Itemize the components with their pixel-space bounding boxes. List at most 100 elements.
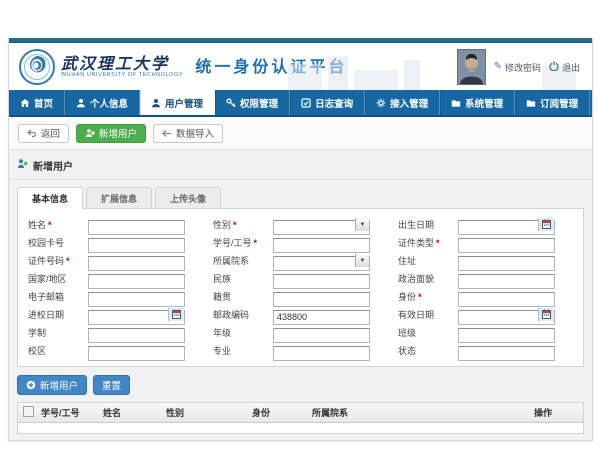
- form-field-class: 班级: [398, 325, 555, 340]
- form-field-postcode: 邮政编码: [213, 307, 370, 322]
- nav-item-label: 权限管理: [240, 96, 278, 110]
- main-nav: 首页个人信息 用户管理 权限管理日志查询接入管理系统管理订阅管理: [9, 90, 592, 117]
- form-field-student-id: 学号/工号*: [213, 235, 370, 250]
- form-field-grade: 年级: [213, 325, 370, 340]
- reset-button-label: 重置: [102, 378, 121, 392]
- section-header: 新增用户: [9, 150, 592, 180]
- nav-item-users[interactable]: 用户管理: [140, 90, 215, 115]
- form-field-enroll-date: 进校日期: [28, 307, 185, 322]
- avatar[interactable]: [457, 49, 486, 85]
- form-field-gender: 性别* ▼: [213, 217, 370, 232]
- university-name-en: WUHAN UNIVERSITY OF TECHNOLOGY: [61, 72, 183, 79]
- submit-add-user-button[interactable]: 新增用户: [17, 375, 87, 395]
- back-button[interactable]: 返回: [18, 124, 69, 143]
- table-header-cell: 姓名: [100, 406, 163, 419]
- field-address-label: 住址: [398, 254, 458, 267]
- select-all-checkbox[interactable]: [23, 406, 34, 417]
- nav-item-system[interactable]: 系统管理: [440, 90, 515, 115]
- field-native-place-label: 籍贯: [213, 290, 273, 303]
- field-major-input[interactable]: [273, 346, 370, 361]
- nav-item-label: 首页: [34, 96, 53, 110]
- form-grid: 姓名* 性别* ▼ 出生日期校园卡号 学号/工号* 证件类型* 证件号码* 所属院系 ▼ 住址国家…: [18, 209, 583, 366]
- form-field-schooling: 学制: [28, 325, 185, 340]
- back-button-label: 返回: [41, 126, 60, 140]
- field-class-input[interactable]: [458, 328, 555, 343]
- form-field-email: 电子邮箱: [28, 289, 185, 304]
- plus-circle-icon: [26, 380, 36, 390]
- field-country-label: 国家/地区: [28, 272, 88, 285]
- data-import-button[interactable]: 数据导入: [153, 124, 223, 143]
- nav-item-subscribe[interactable]: 订阅管理: [515, 90, 590, 115]
- calendar-icon: [172, 306, 181, 324]
- field-major-label: 专业: [213, 344, 273, 357]
- required-star: *: [66, 256, 70, 266]
- form-panel: 姓名* 性别* ▼ 出生日期校园卡号 学号/工号* 证件类型* 证件号码* 所属院系 ▼ 住址国家…: [17, 208, 584, 367]
- field-country-input[interactable]: [88, 274, 185, 289]
- tab-basic[interactable]: 基本信息: [17, 187, 83, 209]
- reset-button[interactable]: 重置: [93, 375, 130, 395]
- field-id-type-label: 证件类型*: [398, 236, 458, 249]
- table-header-cell: 身份: [249, 406, 309, 419]
- import-arrow-icon: [162, 129, 172, 138]
- nav-item-access[interactable]: 接入管理: [365, 90, 440, 115]
- field-politics-input[interactable]: [458, 274, 555, 289]
- field-grade-input[interactable]: [273, 328, 370, 343]
- folder-icon: [451, 98, 461, 108]
- form-field-country: 国家/地区: [28, 271, 185, 286]
- field-address-input[interactable]: [458, 256, 555, 271]
- field-valid-date-calendar-button[interactable]: [538, 308, 554, 321]
- field-campus-card-input[interactable]: [88, 238, 185, 253]
- logout-link[interactable]: 退出: [549, 61, 580, 74]
- field-id-number-label: 证件号码*: [28, 254, 88, 267]
- user-icon: [76, 98, 86, 108]
- calendar-icon: [542, 216, 551, 234]
- field-department-label: 所属院系: [213, 254, 273, 267]
- field-student-id-input[interactable]: [273, 238, 370, 253]
- form-field-name: 姓名*: [28, 217, 185, 232]
- user-table-empty-body: [18, 423, 583, 433]
- page: 武汉理工大学 WUHAN UNIVERSITY OF TECHNOLOGY 统一…: [0, 0, 600, 450]
- table-header-cell: 操作: [531, 406, 583, 419]
- nav-item-label: 用户管理: [165, 96, 203, 110]
- field-gender-label: 性别*: [213, 218, 273, 231]
- nav-item-profile[interactable]: 个人信息: [65, 90, 140, 115]
- table-header-cell: 学号/工号: [38, 406, 100, 419]
- field-email-input[interactable]: [88, 292, 185, 307]
- field-postcode-input[interactable]: [273, 310, 370, 325]
- field-id-type-input[interactable]: [458, 238, 555, 253]
- field-status-input[interactable]: [458, 346, 555, 361]
- field-ethnicity-input[interactable]: [273, 274, 370, 289]
- toolbar: 返回 新增用户 数据导入: [9, 117, 592, 150]
- university-logo-icon: [19, 49, 55, 85]
- field-name-input[interactable]: [88, 220, 185, 235]
- field-schooling-input[interactable]: [88, 328, 185, 343]
- required-star: *: [418, 292, 422, 302]
- field-native-place-input[interactable]: [273, 292, 370, 307]
- add-user-button-label: 新增用户: [99, 126, 137, 140]
- field-birth-date-calendar-button[interactable]: [538, 218, 554, 231]
- field-birth-date-label: 出生日期: [398, 218, 458, 231]
- field-enroll-date-calendar-button[interactable]: [168, 308, 184, 321]
- add-user-button[interactable]: 新增用户: [76, 124, 146, 143]
- field-student-id-label: 学号/工号*: [213, 236, 273, 249]
- form-field-address: 住址: [398, 253, 555, 268]
- power-icon: [549, 61, 559, 74]
- field-identity-input[interactable]: [458, 292, 555, 307]
- field-department-dropdown-button[interactable]: ▼: [355, 254, 369, 267]
- nav-item-home[interactable]: 首页: [9, 90, 65, 115]
- data-import-button-label: 数据导入: [176, 126, 214, 140]
- field-status-label: 状态: [398, 344, 458, 357]
- field-identity-label: 身份*: [398, 290, 458, 303]
- form-field-ethnicity: 民族: [213, 271, 370, 286]
- nav-item-logs[interactable]: 日志查询: [290, 90, 365, 115]
- field-campus-card-label: 校园卡号: [28, 236, 88, 249]
- nav-item-perms[interactable]: 权限管理: [215, 90, 290, 115]
- change-password-link[interactable]: ✎ 修改密码: [494, 61, 541, 74]
- field-id-number-input[interactable]: [88, 256, 185, 271]
- tab-extended[interactable]: 扩展信息: [86, 187, 152, 208]
- field-campus-input[interactable]: [88, 346, 185, 361]
- pencil-icon: ✎: [494, 62, 502, 72]
- field-gender-dropdown-button[interactable]: ▼: [355, 218, 369, 231]
- logout-label: 退出: [562, 61, 580, 74]
- tab-avatar-upload[interactable]: 上传头像: [155, 187, 221, 208]
